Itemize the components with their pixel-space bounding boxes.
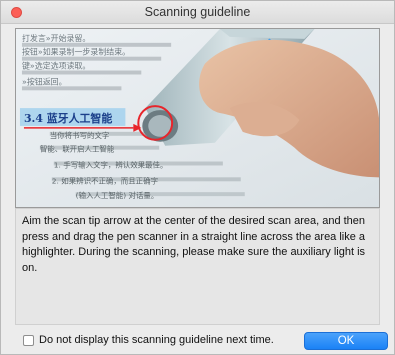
guideline-illustration: 打发言»开始录留。 按钮»如果录制一步录制结束。 键»选定选项读取。 »按钮返回… (15, 28, 380, 208)
window-title: Scanning guideline (144, 5, 251, 19)
ok-button[interactable]: OK (304, 332, 388, 350)
dialog-window: Scanning guideline 打发言»开始录留。 按钮»如果录制一步录制… (0, 0, 395, 355)
dont-show-again-label[interactable]: Do not display this scanning guideline n… (39, 334, 274, 346)
body-line-2: 智能、联开启人工智能 (40, 144, 115, 154)
doc-line-1: 打发言»开始录留。 (22, 33, 90, 43)
dont-show-again-checkbox[interactable] (23, 334, 34, 346)
guideline-description: Aim the scan tip arrow at the center of … (22, 215, 366, 274)
body-line-3: 1. 手写输入文字，辨认效果最佳。 (54, 159, 168, 169)
title-bar: Scanning guideline (1, 1, 394, 24)
body-line-1: 当你将书写的文字 (50, 130, 110, 140)
doc-line-3: 键»选定选项读取。 (22, 61, 90, 71)
body-line-5: (输入人工智能) 对话量。 (76, 190, 159, 200)
body-line-4: 2. 如果辨识不正确，而且正确字 (52, 175, 158, 185)
highlight-heading: 3.4 蓝牙人工智能 (24, 111, 112, 125)
dont-show-again-row[interactable]: Do not display this scanning guideline n… (23, 334, 274, 346)
description-panel: Aim the scan tip arrow at the center of … (15, 208, 380, 325)
doc-line-2: 按钮»如果录制一步录制结束。 (22, 47, 130, 57)
doc-line-4: »按钮返回。 (22, 76, 67, 86)
